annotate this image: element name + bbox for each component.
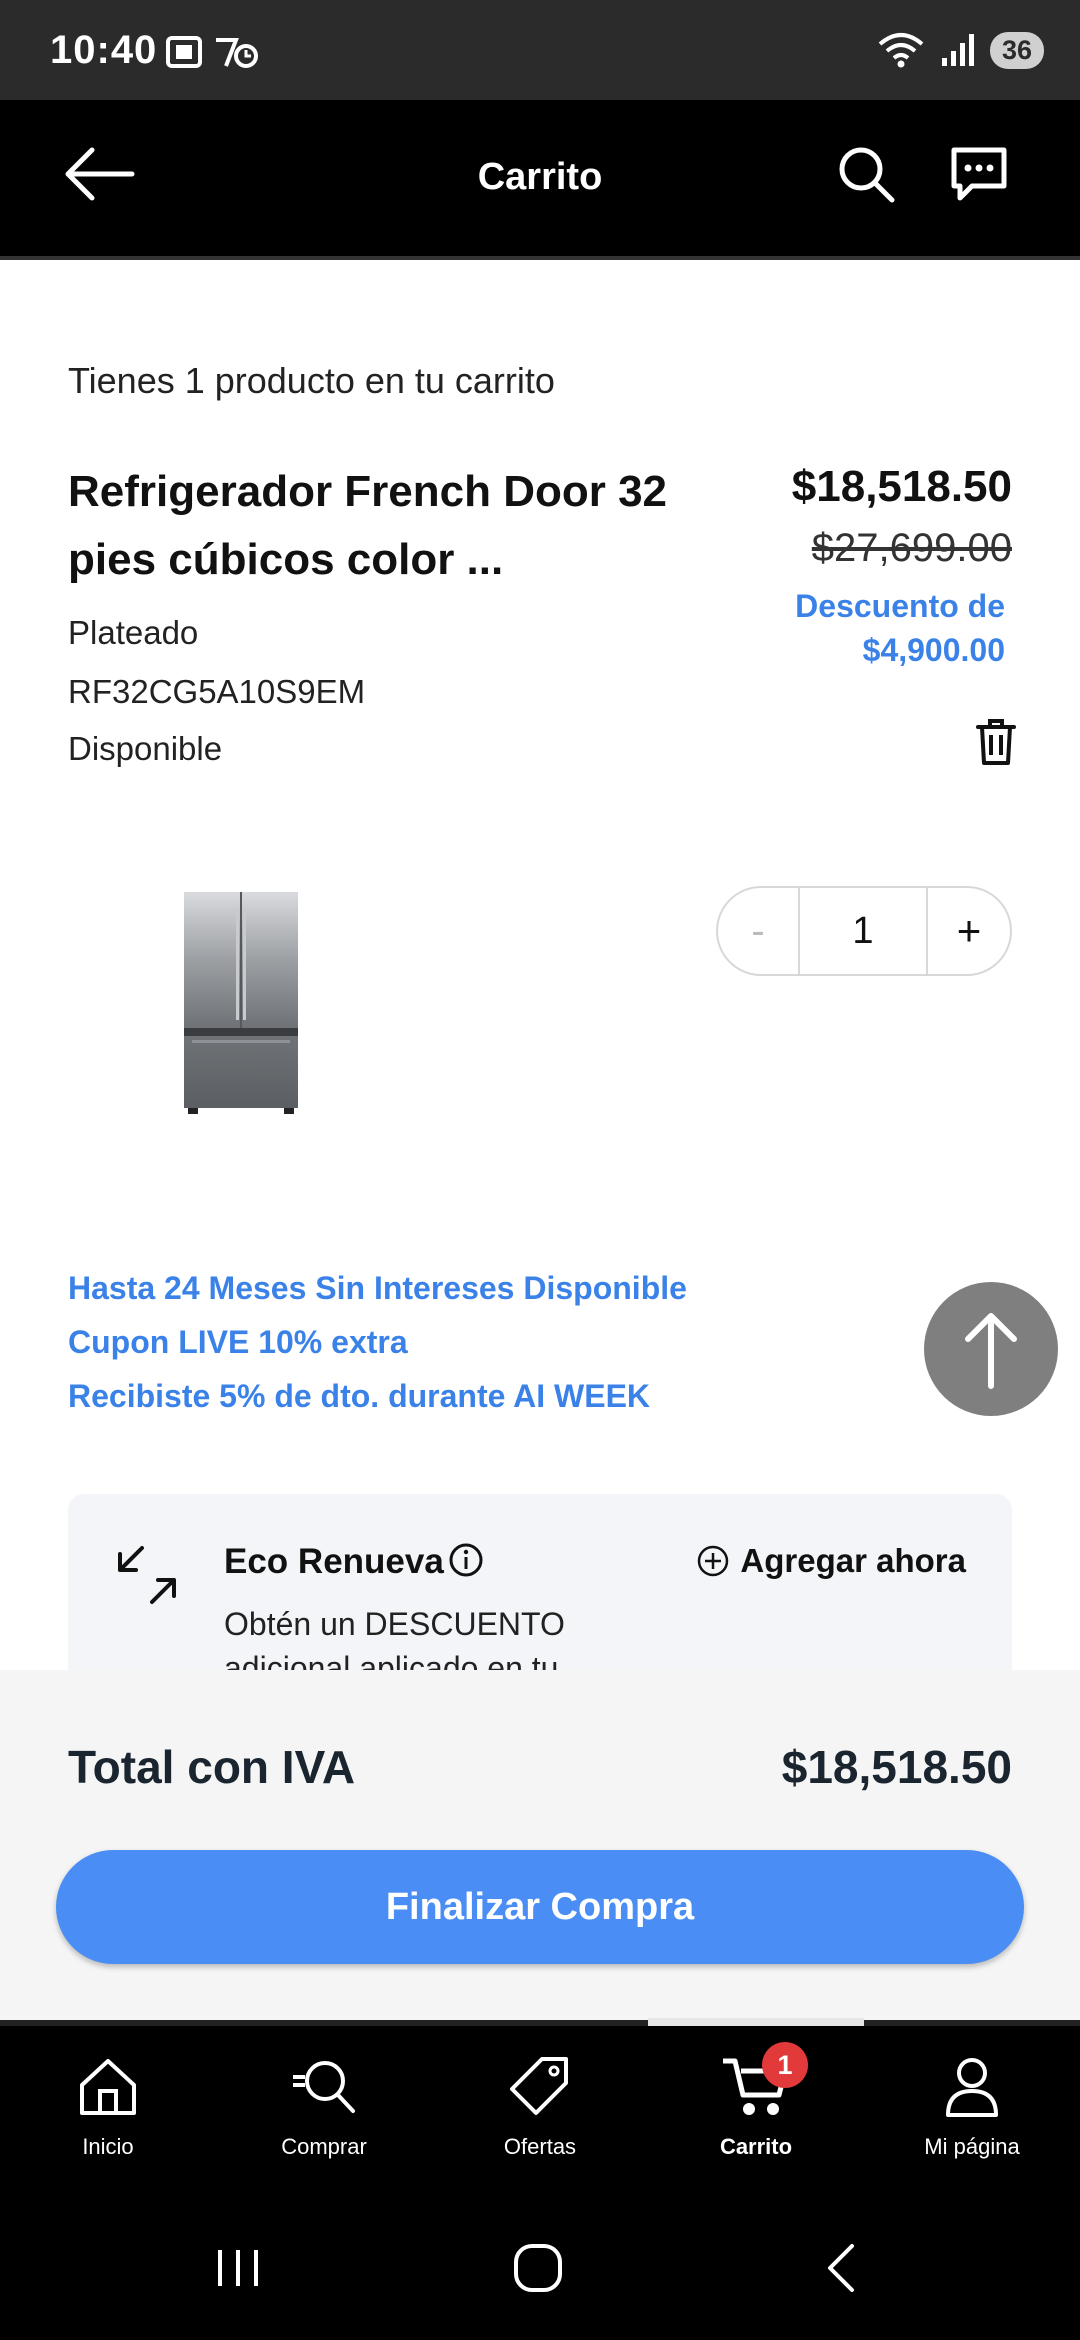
recent-apps-icon[interactable] [208,2238,268,2298]
qty-decrease-button[interactable]: - [718,888,800,974]
user-icon [946,2058,998,2117]
search-icon[interactable] [836,144,896,204]
page-title: Carrito [477,156,603,198]
system-nav-bar [0,2190,1080,2340]
battery-indicator: 36 [989,31,1044,69]
nav-label-ofertas: Ofertas [503,2134,577,2159]
promo-ai-week: Recibiste 5% de dto. durante AI WEEK [68,1378,651,1414]
signal-icon [941,34,974,66]
status-notification-icons [164,34,258,70]
product-color: Plateado [68,614,199,651]
nav-label-comprar: Comprar [281,2134,367,2159]
nav-item-ofertas[interactable]: Ofertas [432,2026,648,2190]
product-availability: Disponible [68,730,223,767]
product-name[interactable]: Refrigerador French Door 32 pies cúbicos… [68,458,708,594]
promo-msi: Hasta 24 Meses Sin Intereses Disponible [68,1270,687,1306]
discount-text: Descuento de $4,900.00 [795,588,1005,668]
app-header: Carrito [0,100,1080,256]
price-current: $18,518.50 [791,462,1012,511]
trash-icon[interactable] [976,718,1016,766]
swap-arrows-icon [118,1546,176,1604]
status-time: 10:40 [50,28,158,72]
eco-add-now-label: Agregar ahora [740,1542,966,1579]
cart-page: 10:40 36 Carrito Tienes 1 producto en tu… [0,0,1080,2340]
quantity-stepper: - 1 + [716,886,1012,976]
qty-value[interactable]: 1 [800,888,928,974]
home-icon [80,2059,136,2115]
eco-add-now-button[interactable]: Agregar ahora [696,1542,966,1580]
total-label: Total con IVA [68,1741,356,1793]
system-back-icon[interactable] [812,2238,872,2298]
home-button-icon[interactable] [508,2238,568,2298]
nav-label-mi-pagina: Mi página [924,2134,1020,2159]
qty-increase-button[interactable]: + [928,888,1010,974]
shop-search-icon [293,2061,355,2113]
product-image[interactable] [178,888,304,1116]
wifi-icon [878,33,924,68]
status-right-icons: 36 [876,30,1044,70]
cart-count-text: Tienes 1 producto en tu carrito [68,360,555,401]
nav-label-carrito: Carrito [719,2134,793,2159]
plus-circle-icon [698,1545,729,1577]
total-value: $18,518.50 [781,1741,1012,1793]
checkout-button[interactable]: Finalizar Compra [56,1850,1024,1964]
nav-item-carrito[interactable]: 1 Carrito [648,2026,864,2190]
clock-alert-icon [216,38,258,68]
nav-active-indicator [648,2018,864,2026]
scroll-to-top-button[interactable] [924,1282,1058,1416]
nav-item-mi-pagina[interactable]: Mi página [864,2026,1080,2190]
tag-icon [510,2057,568,2115]
checkout-panel: Total con IVA $18,518.50 Finalizar Compr… [0,1670,1080,2022]
cart-badge: 1 [762,2042,808,2088]
chat-icon[interactable] [948,144,1010,204]
nav-item-comprar[interactable]: Comprar [216,2026,432,2190]
info-icon[interactable] [448,1542,484,1578]
nav-label-inicio: Inicio [82,2134,134,2159]
nav-item-inicio[interactable]: Inicio [0,2026,216,2190]
header-divider [0,256,1080,260]
screenshot-icon [166,36,202,68]
bottom-nav: Inicio Comprar Ofertas 1 Carrito Mi pági… [0,2026,1080,2190]
eco-renueva-title: Eco Renueva [224,1542,444,1581]
status-bar: 10:40 36 [0,0,1080,100]
price-original: $27,699.00 [811,526,1012,570]
arrow-up-icon [965,1313,1017,1389]
promo-coupon: Cupon LIVE 10% extra [68,1324,408,1360]
product-sku: RF32CG5A10S9EM [68,673,366,710]
